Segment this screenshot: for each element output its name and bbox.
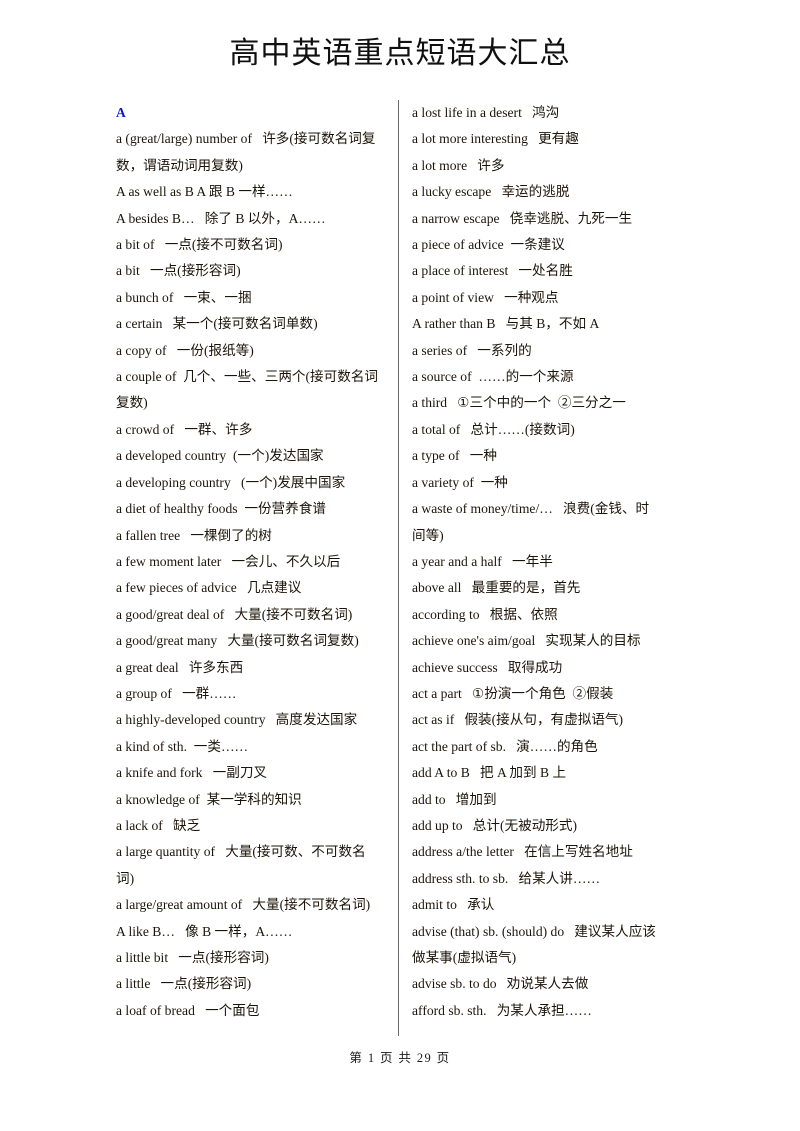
phrase-entry: a diet of healthy foods 一份营养食谱 [116,501,326,517]
phrase-entry: A rather than B 与其 B，不如 A [412,316,600,332]
phrase-entry: a point of view 一种观点 [412,289,559,305]
right-column: a lost life in a desert 鸿沟 a lot more int… [388,100,660,1024]
phrase-entry: a developed country (一个)发达国家 [116,448,324,464]
phrase-entry: a lost life in a desert 鸿沟 [412,105,560,120]
phrase-entry: advise (that) sb. (should) do 建议某人应该做某事(… [412,923,656,965]
phrase-entry: a narrow escape 侥幸逃脱、九死一生 [412,210,633,226]
phrase-entry: A like B… 像 B 一样，A…… [116,923,293,939]
phrase-entry: a piece of advice 一条建议 [412,237,565,253]
phrase-entry: a highly-developed country 高度发达国家 [116,712,358,728]
phrase-entry: a fallen tree 一棵倒了的树 [116,527,272,543]
phrase-entry: a good/great deal of 大量(接不可数名词) [116,606,353,622]
phrase-entry: add to 增加到 [412,791,497,807]
phrase-entry: a waste of money/time/… 浪费(金钱、时间等) [412,501,650,543]
phrase-entry: a knife and fork 一副刀叉 [116,765,268,781]
phrase-entry: a copy of 一份(报纸等) [116,342,254,358]
phrase-entry: a third ①三个中的一个 ②三分之一 [412,395,626,411]
right-column-entries: a lost life in a desert 鸿沟 a lot more int… [412,100,660,1024]
phrase-entry: a crowd of 一群、许多 [116,421,253,437]
phrase-entry: advise sb. to do 劝说某人去做 [412,976,589,992]
phrase-entry: a variety of 一种 [412,474,508,490]
phrase-entry: a kind of sth. 一类…… [116,738,249,754]
phrase-entry: a large/great amount of 大量(接不可数名词) [116,897,371,913]
phrase-entry: a type of 一种 [412,448,497,464]
phrase-entry: a good/great many 大量(接可数名词复数) [116,633,359,649]
left-column-entries: a (great/large) number of 许多(接可数名词复数，谓语动… [116,126,382,1024]
phrase-entry: address sth. to sb. 给某人讲…… [412,870,601,886]
phrase-entry: a lucky escape 幸运的逃脱 [412,184,570,200]
phrase-entry: a source of ……的一个来源 [412,369,574,385]
phrase-entry: a bit 一点(接形容词) [116,263,241,279]
phrase-entry: a bit of 一点(接不可数名词) [116,237,283,253]
phrase-columns: A a (great/large) number of 许多(接可数名词复数，谓… [116,100,686,1040]
phrase-entry: a knowledge of 某一学科的知识 [116,791,302,807]
phrase-entry: a large quantity of 大量(接可数、不可数名词) [116,844,366,886]
phrase-entry: a loaf of bread 一个面包 [116,1002,260,1018]
section-letter-a: A [116,105,126,120]
phrase-entry: act the part of sb. 演……的角色 [412,738,598,754]
phrase-entry: a little 一点(接形容词) [116,976,252,992]
phrase-entry: achieve success 取得成功 [412,659,563,675]
phrase-entry: a little bit 一点(接形容词) [116,950,269,965]
phrase-entry: a total of 总计……(接数词) [412,421,575,437]
phrase-entry: a lot more 许多 [412,157,505,173]
phrase-entry: according to 根据、依照 [412,606,558,622]
phrase-entry: a couple of 几个、一些、三两个(接可数名词复数) [116,369,379,411]
phrase-entry: a great deal 许多东西 [116,659,244,675]
document-page: 高中英语重点短语大汇总 A a (great/large) number of … [0,0,800,1131]
phrase-entry: a group of 一群…… [116,685,237,701]
phrase-entry: a year and a half 一年半 [412,553,553,569]
phrase-entry: act a part ①扮演一个角色 ②假装 [412,685,614,701]
phrase-entry: A as well as B A 跟 B 一样…… [116,184,293,200]
page-title: 高中英语重点短语大汇总 [229,37,571,70]
phrase-entry: a few moment later 一会儿、不久以后 [116,553,341,569]
phrase-entry: act as if 假装(接从句，有虚拟语气) [412,712,624,728]
phrase-entry: admit to 承认 [412,897,495,913]
phrase-entry: address a/the letter 在信上写姓名地址 [412,844,633,860]
phrase-entry: a certain 某一个(接可数名词单数) [116,316,318,332]
phrase-entry: add A to B 把 A 加到 B 上 [412,765,567,781]
phrase-entry: a bunch of 一束、一捆 [116,289,252,305]
phrase-entry: a series of 一系列的 [412,342,532,358]
left-column: A a (great/large) number of 许多(接可数名词复数，谓… [116,100,388,1024]
phrase-entry: achieve one's aim/goal 实现某人的目标 [412,633,641,649]
page-footer: 第 1 页 共 29 页 [349,1051,451,1065]
phrase-entry: a (great/large) number of 许多(接可数名词复数，谓语动… [116,131,376,173]
phrase-entry: a lot more interesting 更有趣 [412,131,579,147]
phrase-entry: afford sb. sth. 为某人承担…… [412,1002,592,1018]
phrase-entry: A besides B… 除了 B 以外，A…… [116,210,326,226]
phrase-entry: above all 最重要的是，首先 [412,580,581,596]
phrase-entry: a few pieces of advice 几点建议 [116,580,302,596]
phrase-entry: a lack of 缺乏 [116,817,201,833]
phrase-entry: a developing country (一个)发展中国家 [116,474,346,490]
phrase-entry: a place of interest 一处名胜 [412,263,573,279]
phrase-entry: add up to 总计(无被动形式) [412,817,577,833]
